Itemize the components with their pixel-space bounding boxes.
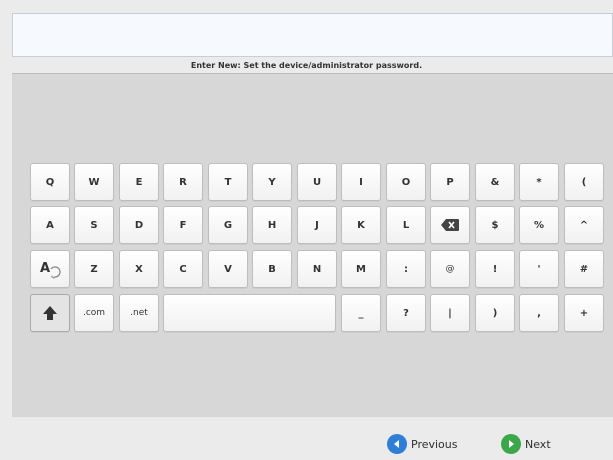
shift-up-arrow-icon [43,306,57,320]
key-a[interactable]: A [30,206,70,244]
backspace-key[interactable] [430,206,470,244]
key-f[interactable]: F [163,206,203,244]
key-plus[interactable]: + [564,294,604,332]
key-x[interactable]: X [119,250,159,288]
key-underscore[interactable]: _ [341,294,381,332]
key-v[interactable]: V [208,250,248,288]
next-arrow-icon [501,434,521,454]
key-b[interactable]: B [252,250,292,288]
key-dot-net[interactable]: .net [119,294,159,332]
key-colon[interactable]: : [386,250,426,288]
key-d[interactable]: D [119,206,159,244]
key-caret[interactable]: ^ [564,206,604,244]
key-comma[interactable]: , [519,294,559,332]
key-pipe[interactable]: | [430,294,470,332]
key-dot-com[interactable]: .com [74,294,114,332]
key-asterisk[interactable]: * [519,163,559,201]
key-hash[interactable]: # [564,250,604,288]
key-left-paren[interactable]: ( [564,163,604,201]
key-at[interactable]: @ [430,250,470,288]
key-exclamation[interactable]: ! [475,250,515,288]
key-r[interactable]: R [163,163,203,201]
next-button[interactable]: Next [501,434,551,454]
instruction-text: Enter New: Set the device/administrator … [190,61,423,70]
key-i[interactable]: I [341,163,381,201]
key-z[interactable]: Z [74,250,114,288]
key-m[interactable]: M [341,250,381,288]
key-h[interactable]: H [252,206,292,244]
previous-arrow-icon [387,434,407,454]
key-percent[interactable]: % [519,206,559,244]
next-label: Next [525,437,551,451]
key-s[interactable]: S [74,206,114,244]
key-dollar[interactable]: $ [475,206,515,244]
space-key[interactable] [163,294,336,332]
key-w[interactable]: W [74,163,114,201]
key-k[interactable]: K [341,206,381,244]
key-p[interactable]: P [430,163,470,201]
keyboard-panel: Q W E R T Y U I O P & * ( A S D F G H J … [12,73,613,417]
password-input[interactable] [12,13,613,57]
key-o[interactable]: O [386,163,426,201]
previous-button[interactable]: Previous [387,434,458,454]
key-t[interactable]: T [208,163,248,201]
key-apostrophe[interactable]: ' [519,250,559,288]
key-n[interactable]: N [297,250,337,288]
key-ampersand[interactable]: & [475,163,515,201]
key-y[interactable]: Y [252,163,292,201]
key-e[interactable]: E [119,163,159,201]
key-u[interactable]: U [297,163,337,201]
key-l[interactable]: L [386,206,426,244]
shift-key[interactable] [30,294,70,332]
alt-characters-key[interactable]: A [30,250,70,288]
key-c[interactable]: C [163,250,203,288]
backspace-icon [441,219,459,231]
previous-label: Previous [411,437,458,451]
svg-text:A: A [40,261,50,276]
key-right-paren[interactable]: ) [475,294,515,332]
key-j[interactable]: J [297,206,337,244]
key-question[interactable]: ? [386,294,426,332]
alternate-characters-icon: A [40,261,61,279]
key-q[interactable]: Q [30,163,70,201]
key-g[interactable]: G [208,206,248,244]
